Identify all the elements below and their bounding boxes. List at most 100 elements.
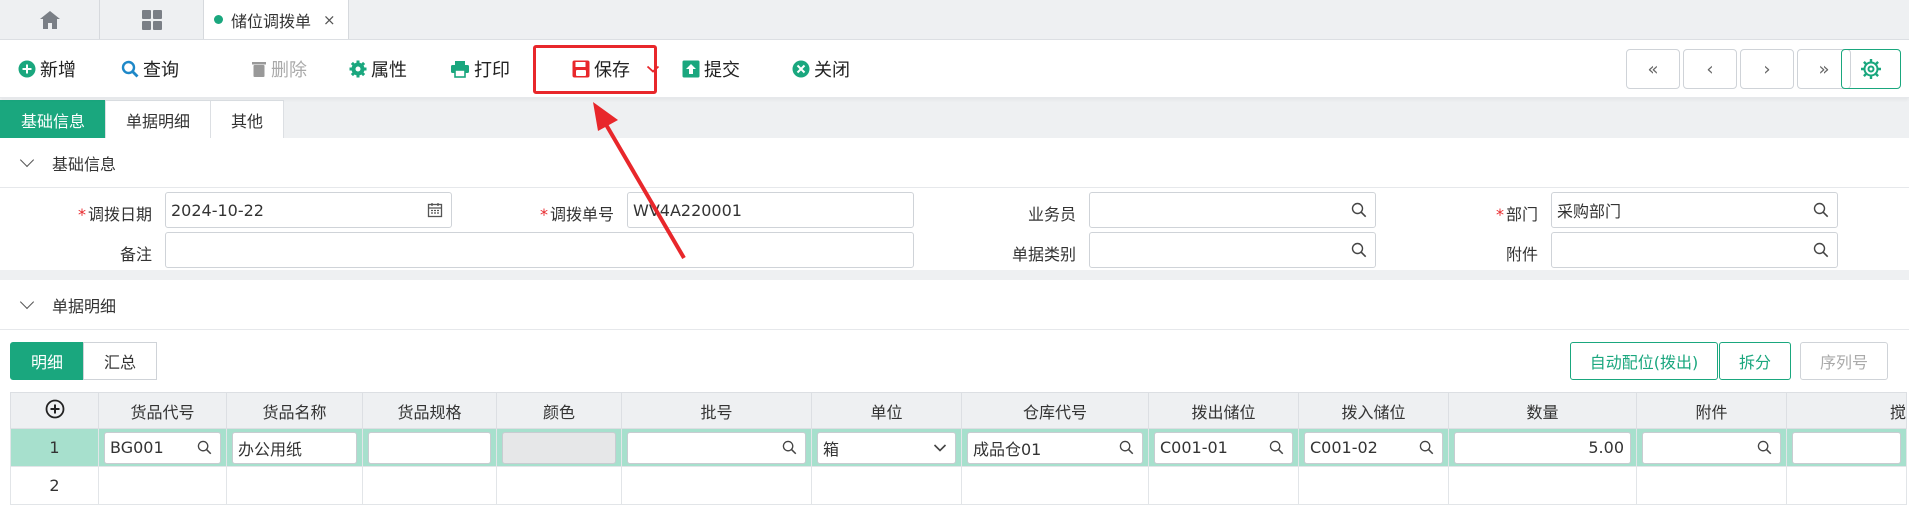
salesman-field[interactable] [1089, 192, 1376, 228]
table-row[interactable]: 2 [10, 466, 1907, 505]
add-row-header[interactable] [10, 392, 99, 429]
cell[interactable] [961, 466, 1149, 505]
tab-basic-info[interactable]: 基础信息 [0, 100, 107, 138]
search-icon[interactable] [1269, 440, 1284, 455]
search-icon[interactable] [1351, 242, 1367, 258]
cell[interactable] [1298, 466, 1449, 505]
cell-batch [621, 428, 812, 467]
record-navigation: « ‹ › » [1626, 49, 1851, 89]
extra-input[interactable] [1792, 431, 1901, 464]
cell[interactable] [1448, 466, 1637, 505]
close-tab-icon[interactable]: × [323, 11, 336, 29]
cell[interactable] [621, 466, 812, 505]
transfer-no-label: * 调拨单号 [539, 205, 614, 224]
warehouse-input[interactable]: 成品仓01 [967, 431, 1143, 464]
search-icon[interactable] [1813, 202, 1829, 218]
tab-transfer-order[interactable]: 储位调拨单 × [204, 0, 349, 39]
batch-input[interactable] [627, 431, 806, 464]
cell-code: BG001 [98, 428, 227, 467]
form-section-tabs: 基础信息 单据明细 其他 [0, 98, 1909, 138]
chevron-down-icon[interactable] [933, 443, 947, 453]
search-icon[interactable] [1757, 440, 1772, 455]
transfer-date-field[interactable]: 2024-10-22 [165, 192, 452, 228]
tab-other[interactable]: 其他 [210, 100, 285, 138]
cell-extra [1786, 428, 1907, 467]
remark-field[interactable] [165, 232, 914, 268]
cell[interactable] [1786, 466, 1907, 505]
apps-tab[interactable] [100, 0, 204, 39]
cell[interactable] [98, 466, 227, 505]
grid-icon [141, 9, 162, 30]
product-code-input[interactable]: BG001 [104, 431, 221, 464]
query-button[interactable]: 查询 [121, 49, 231, 89]
section-title: 单据明细 [52, 296, 117, 316]
split-button[interactable]: 拆分 [1719, 342, 1791, 380]
in-location-input[interactable]: C001-02 [1304, 431, 1443, 464]
cell-name: 办公用纸 [226, 428, 363, 467]
cell[interactable] [496, 466, 622, 505]
add-button[interactable]: 新增 [18, 49, 118, 89]
delete-label: 删除 [271, 59, 307, 81]
prev-record-button[interactable]: ‹ [1683, 49, 1737, 89]
search-icon[interactable] [782, 440, 797, 455]
close-circle-icon [792, 60, 810, 77]
col-header: 数量 [1448, 392, 1637, 429]
unit-select[interactable]: 箱 [817, 431, 956, 464]
col-header: 货品名称 [226, 392, 363, 429]
cell-qty: 5.00 [1448, 428, 1637, 467]
chevron-down-icon [19, 152, 35, 168]
cell-warehouse: 成品仓01 [961, 428, 1149, 467]
product-name-input[interactable]: 办公用纸 [232, 431, 357, 464]
window-tab-bar: 储位调拨单 × [0, 0, 1909, 40]
transfer-date-label: * 调拨日期 [77, 205, 152, 224]
search-icon[interactable] [1813, 242, 1829, 258]
next-record-button[interactable]: › [1740, 49, 1794, 89]
plus-circle-icon [18, 60, 36, 77]
col-header: 仓库代号 [961, 392, 1149, 429]
settings-button[interactable] [1841, 49, 1901, 89]
dept-field[interactable]: 采购部门 [1551, 192, 1838, 228]
attachment-field[interactable] [1551, 232, 1838, 268]
search-icon[interactable] [1419, 440, 1434, 455]
properties-button[interactable]: 属性 [349, 49, 459, 89]
properties-label: 属性 [371, 59, 407, 81]
doc-type-label: 单据类别 [1011, 245, 1076, 264]
out-location-input[interactable]: C001-01 [1154, 431, 1293, 464]
add-label: 新增 [40, 59, 76, 81]
upload-icon [682, 60, 700, 77]
table-row[interactable]: 1 BG001 办公用纸 箱 成品仓01 C001-01 C001-02 5.0… [10, 428, 1907, 467]
cell[interactable] [226, 466, 363, 505]
attachment-label: 附件 [1505, 245, 1538, 264]
cell-spec [362, 428, 497, 467]
home-tab[interactable] [0, 0, 100, 39]
attachment-input[interactable] [1642, 431, 1781, 464]
active-dot-icon [214, 15, 223, 24]
col-header: 货品规格 [362, 392, 497, 429]
search-icon[interactable] [1351, 202, 1367, 218]
cell[interactable] [811, 466, 962, 505]
detail-header[interactable]: 单据明细 [0, 280, 1909, 330]
first-record-button[interactable]: « [1626, 49, 1680, 89]
tab-detail[interactable]: 单据明细 [105, 100, 212, 138]
quantity-input[interactable]: 5.00 [1454, 431, 1631, 464]
cell[interactable] [1636, 466, 1787, 505]
basic-info-header[interactable]: 基础信息 [0, 138, 1909, 188]
detail-table: 货品代号 货品名称 货品规格 颜色 批号 单位 仓库代号 拨出储位 拨入储位 数… [10, 392, 1907, 505]
product-spec-input[interactable] [368, 431, 491, 464]
doc-type-field[interactable] [1089, 232, 1376, 268]
plus-circle-icon[interactable] [45, 399, 65, 419]
delete-button[interactable]: 删除 [251, 49, 361, 89]
cell[interactable] [1148, 466, 1299, 505]
search-icon[interactable] [1119, 440, 1134, 455]
calendar-icon[interactable] [427, 202, 443, 218]
tab-detail-lines[interactable]: 明细 [10, 342, 85, 380]
transfer-no-field[interactable]: WV4A220001 [627, 192, 914, 228]
main-toolbar: 新增 查询 删除 属性 打印 保存 提交 关闭 « ‹ › » [0, 40, 1909, 98]
cell[interactable] [362, 466, 497, 505]
tab-summary[interactable]: 汇总 [83, 342, 158, 380]
auto-allocate-button[interactable]: 自动配位(拨出) [1570, 342, 1718, 380]
serial-number-button[interactable]: 序列号 [1800, 342, 1888, 380]
submit-button[interactable]: 提交 [682, 49, 792, 89]
close-button[interactable]: 关闭 [792, 49, 902, 89]
search-icon[interactable] [197, 440, 212, 455]
